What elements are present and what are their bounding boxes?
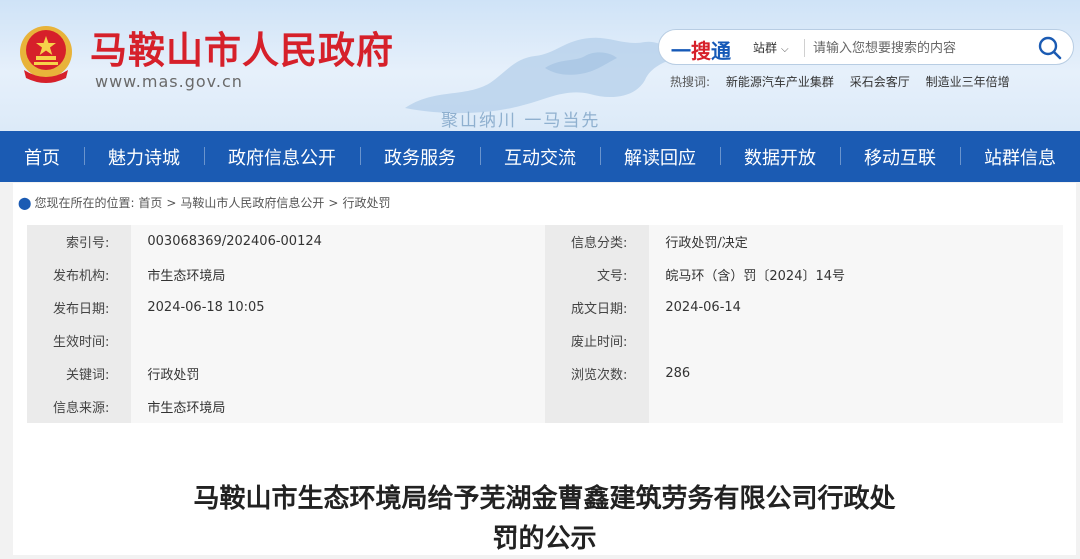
- meta-value: [649, 324, 1063, 357]
- meta-value: [649, 390, 1063, 423]
- site-header: 马鞍山市人民政府 www.mas.gov.cn 聚山纳川 一马当先 一搜通 站群…: [0, 0, 1080, 131]
- nav-item-site-group[interactable]: 站群信息: [960, 144, 1080, 170]
- search-scope-select[interactable]: 站群 ⌵: [753, 39, 789, 56]
- search-brand-logo: 一搜通: [671, 39, 731, 63]
- meta-value: 003068369/202406-00124: [131, 225, 545, 258]
- breadcrumb-prefix: 您现在所在的位置:: [34, 196, 135, 210]
- breadcrumb-separator: >: [166, 196, 177, 210]
- search-box: 一搜通 站群 ⌵: [658, 29, 1074, 65]
- meta-label: 索引号:: [27, 225, 132, 258]
- meta-value: 市生态环境局: [131, 390, 545, 423]
- meta-label: 浏览次数:: [544, 357, 650, 390]
- chevron-down-icon: ⌵: [781, 44, 789, 55]
- site-slogan: 聚山纳川 一马当先: [441, 111, 601, 131]
- table-row: 生效时间: 废止时间:: [27, 324, 1063, 357]
- meta-label: 信息来源:: [27, 390, 132, 423]
- meta-label: 发布机构:: [27, 258, 132, 291]
- article-title-line: 罚的公示: [492, 524, 597, 554]
- meta-label: 废止时间:: [544, 324, 650, 357]
- nav-item-mobile[interactable]: 移动互联: [840, 144, 960, 170]
- meta-value: 行政处罚/决定: [649, 225, 1063, 258]
- meta-value: [131, 324, 545, 357]
- hot-word-item[interactable]: 新能源汽车产业集群: [726, 75, 834, 89]
- meta-value: 2024-06-18 10:05: [131, 291, 545, 324]
- table-row: 发布日期: 2024-06-18 10:05 成文日期: 2024-06-14: [27, 291, 1063, 324]
- meta-label: 关键词:: [27, 357, 132, 390]
- meta-label: 生效时间:: [27, 324, 132, 357]
- hot-words-label: 热搜词:: [670, 75, 711, 89]
- breadcrumb: ⬤ 您现在所在的位置: 首页 > 马鞍山市人民政府信息公开 > 行政处罚: [18, 194, 390, 211]
- meta-value: 皖马环（含）罚〔2024〕14号: [649, 258, 1063, 291]
- meta-value: 286: [649, 357, 1063, 390]
- location-pin-icon: ⬤: [18, 196, 32, 210]
- meta-label: [544, 390, 650, 423]
- search-divider: [804, 39, 805, 57]
- hot-word-item[interactable]: 制造业三年倍增: [926, 75, 1010, 89]
- main-content: ⬤ 您现在所在的位置: 首页 > 马鞍山市人民政府信息公开 > 行政处罚 索引号: 003…: [13, 183, 1076, 555]
- search-input[interactable]: [811, 36, 1025, 60]
- site-url: www.mas.gov.cn: [95, 72, 243, 91]
- document-meta-table: 索引号: 003068369/202406-00124 信息分类: 行政处罚/决…: [27, 225, 1063, 423]
- meta-label: 发布日期:: [27, 291, 132, 324]
- hot-search-words: 热搜词: 新能源汽车产业集群 采石会客厅 制造业三年倍增: [670, 73, 1022, 90]
- table-row: 索引号: 003068369/202406-00124 信息分类: 行政处罚/决…: [27, 225, 1063, 258]
- nav-item-gov-services[interactable]: 政务服务: [360, 144, 480, 170]
- article-title: 马鞍山市生态环境局给予芜湖金曹鑫建筑劳务有限公司行政处 罚的公示: [13, 479, 1076, 559]
- nav-item-interaction[interactable]: 互动交流: [480, 144, 600, 170]
- search-scope-label: 站群: [753, 41, 778, 55]
- nav-item-interpretation[interactable]: 解读回应: [600, 144, 720, 170]
- meta-label: 文号:: [544, 258, 650, 291]
- table-row: 关键词: 行政处罚 浏览次数: 286: [27, 357, 1063, 390]
- breadcrumb-link-gov-info[interactable]: 马鞍山市人民政府信息公开: [180, 196, 324, 210]
- search-icon[interactable]: [1037, 35, 1063, 61]
- meta-label: 成文日期:: [544, 291, 650, 324]
- nav-item-gov-info[interactable]: 政府信息公开: [204, 144, 360, 170]
- article-title-line: 马鞍山市生态环境局给予芜湖金曹鑫建筑劳务有限公司行政处: [193, 484, 896, 514]
- meta-label: 信息分类:: [544, 225, 650, 258]
- breadcrumb-link-home[interactable]: 首页: [138, 196, 162, 210]
- nav-item-home[interactable]: 首页: [0, 144, 84, 170]
- table-row: 发布机构: 市生态环境局 文号: 皖马环（含）罚〔2024〕14号: [27, 258, 1063, 291]
- national-emblem-icon: [20, 26, 72, 83]
- meta-value: 2024-06-14: [649, 291, 1063, 324]
- hot-word-item[interactable]: 采石会客厅: [850, 75, 910, 89]
- nav-item-charm-city[interactable]: 魅力诗城: [84, 144, 204, 170]
- breadcrumb-link-penalty[interactable]: 行政处罚: [342, 196, 390, 210]
- site-name[interactable]: 马鞍山市人民政府: [90, 20, 394, 74]
- meta-value: 市生态环境局: [131, 258, 545, 291]
- nav-item-open-data[interactable]: 数据开放: [720, 144, 840, 170]
- main-nav: 首页 魅力诗城 政府信息公开 政务服务 互动交流 解读回应 数据开放 移动互联 …: [0, 131, 1080, 182]
- meta-value: 行政处罚: [131, 357, 545, 390]
- table-row: 信息来源: 市生态环境局: [27, 390, 1063, 423]
- breadcrumb-separator: >: [328, 196, 339, 210]
